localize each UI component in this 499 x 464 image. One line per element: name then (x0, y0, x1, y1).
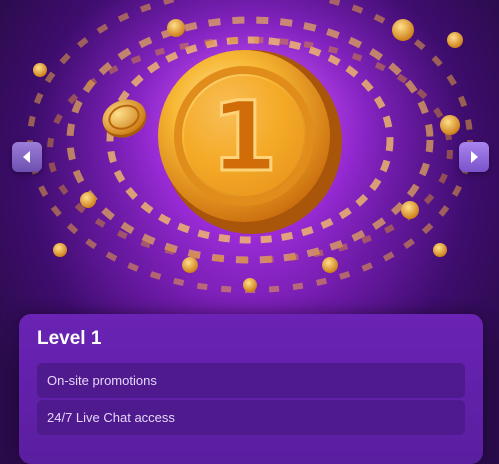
carousel-prev-button[interactable] (12, 142, 42, 172)
level-card: Level 1 On-site promotions 24/7 Live Cha… (19, 314, 483, 464)
level-title: Level 1 (37, 328, 102, 349)
perk-item: 24/7 Live Chat access (37, 400, 465, 435)
carousel-next-button[interactable] (459, 142, 489, 172)
perk-item: On-site promotions (37, 363, 465, 398)
svg-text:1: 1 (211, 81, 278, 193)
chevron-left-icon (23, 151, 30, 163)
chevron-right-icon (471, 151, 478, 163)
